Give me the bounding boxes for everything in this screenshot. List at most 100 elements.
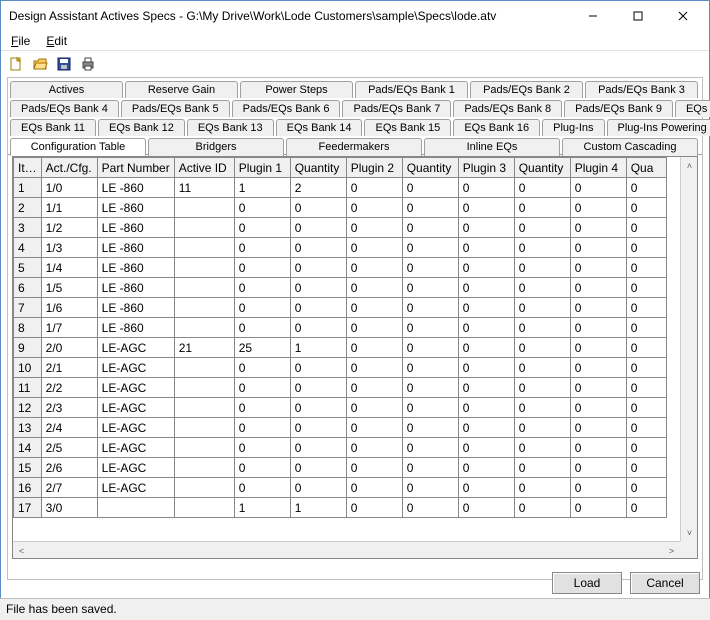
tab-inline-eqs[interactable]: Inline EQs [424,138,560,156]
cell[interactable]: 0 [290,198,346,218]
cell[interactable]: 0 [514,418,570,438]
cell[interactable]: 0 [514,198,570,218]
cell[interactable]: 0 [234,478,290,498]
cell[interactable] [174,258,234,278]
cell[interactable]: 1/6 [41,298,97,318]
cell[interactable] [174,278,234,298]
cell[interactable]: 0 [626,178,666,198]
cell[interactable]: 0 [402,278,458,298]
cell[interactable]: 0 [570,298,626,318]
cell[interactable]: 0 [234,418,290,438]
cell[interactable]: 1/5 [41,278,97,298]
cell[interactable]: 0 [626,438,666,458]
cell[interactable]: 2/4 [41,418,97,438]
cell[interactable]: 0 [458,318,514,338]
cell[interactable]: 11 [174,178,234,198]
cell[interactable]: 0 [402,378,458,398]
cell[interactable]: 0 [346,458,402,478]
row-number[interactable]: 1 [14,178,42,198]
cell[interactable]: 0 [346,178,402,198]
table-row[interactable]: 162/7LE-AGC00000000 [14,478,667,498]
cell[interactable]: 0 [570,478,626,498]
table-row[interactable]: 61/5LE -86000000000 [14,278,667,298]
cell[interactable] [174,418,234,438]
cell[interactable] [174,358,234,378]
cell[interactable]: LE -860 [97,178,174,198]
cell[interactable]: 0 [346,238,402,258]
cell[interactable]: 0 [458,178,514,198]
cell[interactable]: 0 [290,378,346,398]
cell[interactable]: LE-AGC [97,398,174,418]
row-number[interactable]: 8 [14,318,42,338]
cell[interactable]: LE-AGC [97,458,174,478]
cell[interactable]: 2/1 [41,358,97,378]
close-button[interactable] [660,2,705,30]
vertical-scrollbar[interactable]: ˄ ˅ [680,157,697,541]
open-icon[interactable] [31,55,49,73]
cancel-button[interactable]: Cancel [630,572,700,594]
cell[interactable]: 0 [290,258,346,278]
cell[interactable]: 0 [570,178,626,198]
tab-eqs-bank-11[interactable]: EQs Bank 11 [10,119,96,136]
table-row[interactable]: 21/1LE -86000000000 [14,198,667,218]
cell[interactable]: 0 [570,378,626,398]
cell[interactable]: 0 [458,218,514,238]
tab-configuration-table[interactable]: Configuration Table [10,138,146,156]
tab-pads-eqs-bank-2[interactable]: Pads/EQs Bank 2 [470,81,583,98]
cell[interactable]: 0 [570,318,626,338]
row-number[interactable]: 5 [14,258,42,278]
cell[interactable]: 0 [346,478,402,498]
cell[interactable]: 0 [458,438,514,458]
cell[interactable]: LE -860 [97,218,174,238]
cell[interactable]: 0 [346,318,402,338]
cell[interactable]: 0 [402,478,458,498]
tab-eqs-bank-12[interactable]: EQs Bank 12 [98,119,185,136]
cell[interactable]: 0 [402,298,458,318]
cell[interactable]: 0 [626,218,666,238]
cell[interactable]: 0 [346,418,402,438]
tab-pads-eqs-bank-7[interactable]: Pads/EQs Bank 7 [342,100,451,117]
cell[interactable]: 0 [234,358,290,378]
row-number[interactable]: 3 [14,218,42,238]
cell[interactable]: 0 [626,258,666,278]
tab-pads-eqs-bank-9[interactable]: Pads/EQs Bank 9 [564,100,673,117]
cell[interactable]: 0 [346,218,402,238]
cell[interactable]: 0 [234,438,290,458]
tab-feedermakers[interactable]: Feedermakers [286,138,422,156]
row-number[interactable]: 6 [14,278,42,298]
save-icon[interactable] [55,55,73,73]
cell[interactable]: 2/7 [41,478,97,498]
column-header[interactable]: Qua [626,158,666,178]
cell[interactable]: 0 [570,218,626,238]
cell[interactable]: 0 [514,258,570,278]
cell[interactable]: 0 [402,178,458,198]
column-header[interactable]: Plugin 1 [234,158,290,178]
cell[interactable]: 0 [626,498,666,518]
cell[interactable]: 0 [346,198,402,218]
cell[interactable]: 0 [626,278,666,298]
cell[interactable]: 0 [514,358,570,378]
cell[interactable]: 0 [402,458,458,478]
cell[interactable]: 0 [458,258,514,278]
cell[interactable]: 0 [234,238,290,258]
cell[interactable]: 0 [402,258,458,278]
row-number[interactable]: 7 [14,298,42,318]
cell[interactable]: 1/4 [41,258,97,278]
cell[interactable]: 0 [290,458,346,478]
cell[interactable]: LE-AGC [97,478,174,498]
cell[interactable]: 0 [290,278,346,298]
table-row[interactable]: 152/6LE-AGC00000000 [14,458,667,478]
cell[interactable]: 0 [234,458,290,478]
cell[interactable]: 0 [514,278,570,298]
table-row[interactable]: 92/0LE-AGC21251000000 [14,338,667,358]
cell[interactable]: 0 [290,238,346,258]
cell[interactable]: 0 [234,218,290,238]
row-number[interactable]: 11 [14,378,42,398]
cell[interactable]: 0 [458,458,514,478]
cell[interactable]: 0 [346,278,402,298]
new-icon[interactable] [7,55,25,73]
cell[interactable] [174,398,234,418]
cell[interactable]: 0 [570,398,626,418]
table-row[interactable]: 142/5LE-AGC00000000 [14,438,667,458]
cell[interactable]: LE-AGC [97,358,174,378]
